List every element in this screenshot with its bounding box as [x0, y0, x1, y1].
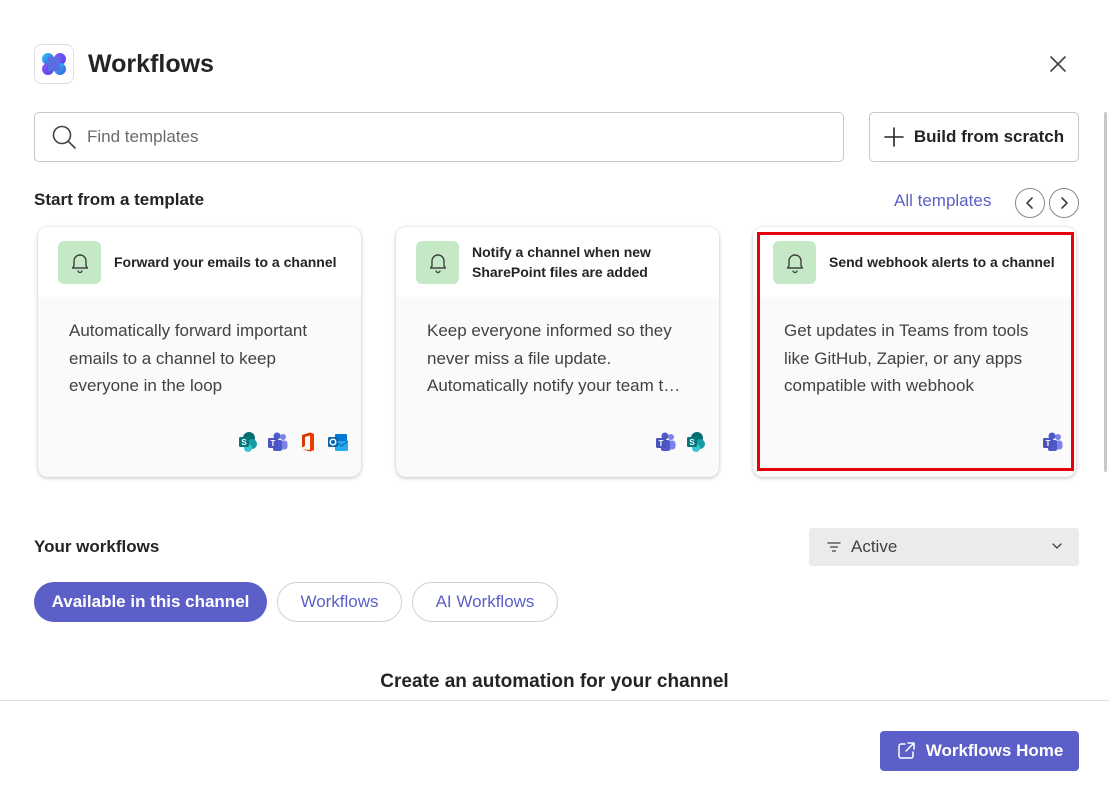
template-card-apps: S T: [237, 431, 349, 453]
filter-icon: [827, 542, 841, 552]
templates-section-title: Start from a template: [34, 190, 205, 209]
template-card-apps: T S: [655, 431, 707, 453]
empty-state-title: Create an automation for your channel: [380, 671, 729, 692]
bell-icon: [416, 240, 459, 284]
filter-value: Active: [851, 537, 898, 556]
teams-icon: T: [1043, 432, 1063, 451]
chevron-left-icon: [1026, 197, 1033, 209]
svg-text:S: S: [241, 438, 247, 447]
workflows-section-title: Your workflows: [34, 537, 160, 556]
sharepoint-icon: S: [687, 432, 705, 452]
teams-icon: T: [656, 432, 676, 451]
teams-icon: T: [268, 432, 288, 451]
template-card-header: Forward your emails to a channel: [38, 227, 361, 297]
close-button[interactable]: [1044, 50, 1072, 78]
sharepoint-icon: S: [239, 432, 257, 452]
status-filter-dropdown[interactable]: Active: [809, 528, 1079, 566]
outlook-icon: [328, 434, 349, 451]
tab-ai-workflows[interactable]: AI Workflows: [412, 582, 558, 622]
workflows-home-button[interactable]: Workflows Home: [880, 731, 1079, 771]
tab-workflows[interactable]: Workflows: [277, 582, 402, 622]
search-icon: [52, 125, 76, 149]
template-card-forward-emails[interactable]: Forward your emails to a channel Automat…: [38, 227, 361, 477]
template-card-title: Send webhook alerts to a channel: [829, 254, 1055, 270]
tab-available-in-this-channel[interactable]: Available in this channel: [34, 582, 267, 622]
plus-icon: [884, 127, 904, 147]
next-templates-button[interactable]: [1049, 188, 1079, 218]
svg-text:T: T: [1046, 439, 1051, 448]
search-box[interactable]: [34, 112, 844, 162]
template-card-description: Automatically forward important emails t…: [69, 321, 308, 395]
scrollbar[interactable]: [1104, 112, 1107, 472]
bell-icon: [773, 240, 816, 284]
template-card-webhook-alerts[interactable]: Send webhook alerts to a channel Get upd…: [753, 227, 1076, 477]
template-card-title: Forward your emails to a channel: [114, 254, 337, 270]
chevron-right-icon: [1061, 197, 1068, 209]
workflows-logo-icon: [34, 44, 74, 84]
office-icon: [302, 432, 314, 452]
svg-text:T: T: [659, 439, 664, 448]
template-card-header: Notify a channel when new SharePoint fil…: [396, 227, 719, 297]
svg-text:S: S: [689, 438, 695, 447]
template-card-header: Send webhook alerts to a channel: [753, 227, 1076, 297]
previous-templates-button[interactable]: [1015, 188, 1045, 218]
chevron-down-icon: [1052, 543, 1062, 549]
open-external-icon: [897, 742, 915, 759]
all-templates-link[interactable]: All templates: [894, 191, 991, 211]
close-icon: [1050, 56, 1066, 72]
template-card-description: Get updates in Teams from tools like Git…: [784, 321, 1029, 395]
bell-icon: [58, 240, 101, 284]
build-from-scratch-button[interactable]: Build from scratch: [869, 112, 1079, 162]
dialog-header: Workflows: [34, 44, 214, 84]
template-card-description: Keep everyone informed so they never mis…: [427, 321, 681, 395]
search-input[interactable]: [87, 127, 787, 147]
build-from-scratch-label: Build from scratch: [913, 127, 1065, 146]
template-card-sharepoint-files[interactable]: Notify a channel when new SharePoint fil…: [396, 227, 719, 477]
template-card-apps: T: [1042, 431, 1064, 453]
dialog-title: Workflows: [88, 49, 214, 78]
svg-text:T: T: [271, 439, 276, 448]
template-card-title: Notify a channel when new SharePoint fil…: [472, 244, 651, 280]
workflows-home-label: Workflows Home: [925, 741, 1064, 760]
